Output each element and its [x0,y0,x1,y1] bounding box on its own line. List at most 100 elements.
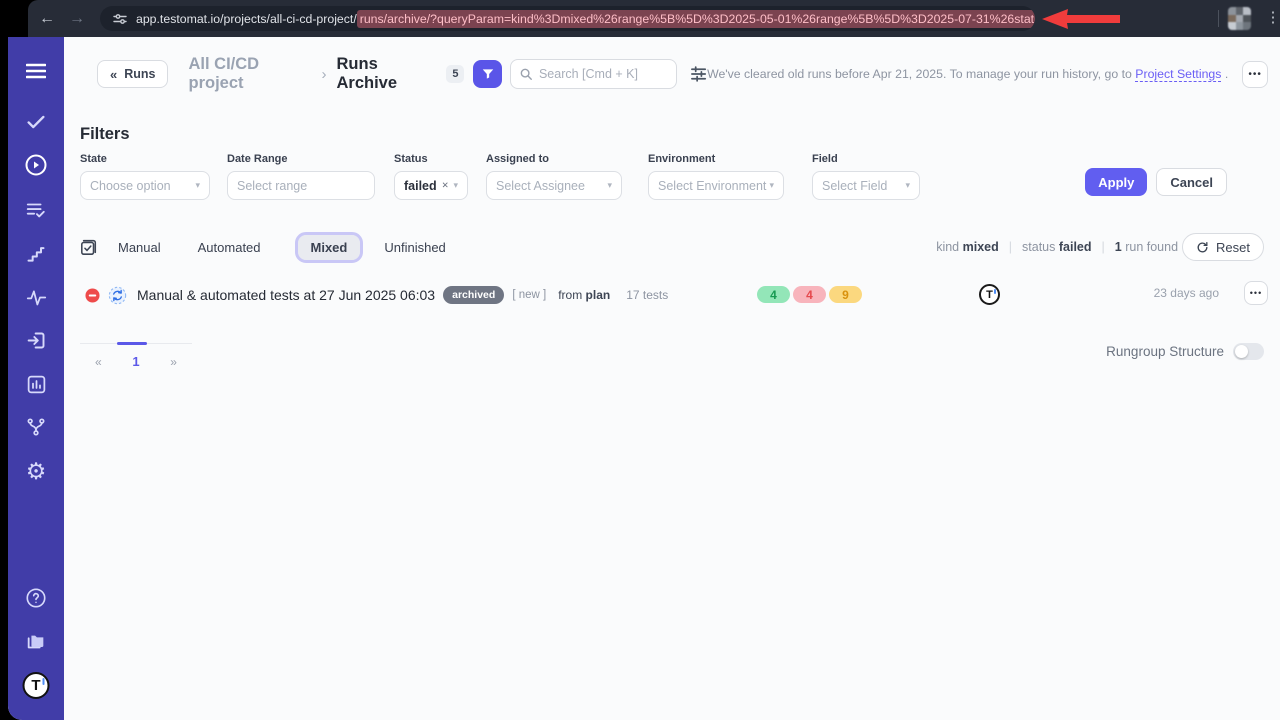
next-page-button[interactable]: » [170,355,177,369]
search-icon [519,67,533,81]
from-plan-label[interactable]: from plan [558,288,610,302]
filter-button[interactable] [473,60,502,88]
rungroup-structure-toggle[interactable] [1233,343,1264,360]
filter-summary: kind mixed | status failed | 1 run found [936,240,1178,254]
sidebar: ⚙ T [8,37,64,720]
pagination: « 1 » [80,343,192,369]
filter-label: Field [812,153,920,165]
testomat-logo[interactable]: T [23,672,50,699]
sidebar-runs-icon[interactable] [22,151,50,179]
apply-button[interactable]: Apply [1085,168,1147,196]
hamburger-menu-icon[interactable] [22,57,50,85]
date-range-input[interactable]: Select range [227,171,375,200]
back-to-runs-button[interactable]: « Runs [97,60,168,88]
toolbar: « Runs All CI/CD project › Runs Archive … [80,59,1268,89]
sidebar-help-icon[interactable] [22,584,50,612]
chevron-right-icon: › [322,66,327,83]
breadcrumb-project[interactable]: All CI/CD project [188,55,311,93]
toggle-knob [1235,345,1248,358]
field-select[interactable]: Select Field▾ [812,171,920,200]
sidebar-reports-icon[interactable] [22,370,50,398]
chevron-down-icon: ▾ [607,180,612,191]
run-row[interactable]: Manual & automated tests at 27 Jun 2025 … [80,280,1268,310]
rungroup-structure-label: Rungroup Structure [1106,344,1224,359]
select-all-icon[interactable] [80,238,98,256]
remove-status-icon[interactable]: ✕ [442,180,449,191]
filter-label: Status [394,153,468,165]
page-1-button[interactable]: 1 [132,354,139,369]
chrome-separator [1218,10,1219,27]
assignee-select[interactable]: Select Assignee▾ [486,171,622,200]
status-select[interactable]: failed ✕ ▾ [394,171,468,200]
filter-label: Environment [648,153,784,165]
chevron-down-icon: ▾ [905,180,910,191]
header-more-button[interactable]: ••• [1242,61,1268,88]
sidebar-milestones-icon[interactable] [22,240,50,268]
run-meta: 23 days ago ••• [1154,281,1268,305]
sidebar-settings-icon[interactable]: ⚙ [22,457,50,485]
chevron-down-icon: ▾ [453,180,458,191]
main-content: « Runs All CI/CD project › Runs Archive … [64,37,1280,720]
browser-profile-avatar[interactable] [1228,7,1251,30]
state-select[interactable]: Choose option▾ [80,171,210,200]
filter-actions: Apply Cancel [1085,168,1227,196]
browser-forward-icon[interactable]: → [66,8,88,30]
passed-count-pill: 4 [757,286,790,303]
browser-menu-icon[interactable]: ⋮ [1264,8,1280,26]
skipped-count-pill: 9 [829,286,862,303]
chevron-down-icon: ▾ [195,180,200,191]
site-info-icon[interactable] [112,11,128,27]
active-page-indicator [117,342,147,345]
filter-field-environment: Environment Select Environment▾ [648,153,784,200]
mixed-run-icon [108,286,127,305]
sidebar-analytics-icon[interactable] [22,283,50,311]
filters-title: Filters [80,125,130,144]
result-pills: 4 4 9 [757,286,862,303]
tab-unfinished[interactable]: Unfinished [384,240,445,255]
run-main-info: Manual & automated tests at 27 Jun 2025 … [85,280,668,310]
cleared-runs-notice: We've cleared old runs before Apr 21, 20… [707,67,1228,81]
filter-field-assignee: Assigned to Select Assignee▾ [486,153,622,200]
tests-count: 17 tests [626,288,668,302]
run-more-button[interactable]: ••• [1244,281,1268,305]
failed-count-pill: 4 [793,286,826,303]
sidebar-branches-icon[interactable] [22,413,50,441]
sidebar-tests-icon[interactable] [22,108,50,136]
adjustments-icon[interactable] [690,65,707,83]
run-time-ago: 23 days ago [1154,286,1219,300]
browser-back-icon[interactable]: ← [36,8,58,30]
breadcrumb: All CI/CD project › Runs Archive [188,55,436,93]
runs-count-badge: 5 [446,65,464,83]
sidebar-projects-icon[interactable] [22,628,50,656]
tab-mixed[interactable]: Mixed [298,235,361,260]
filter-field-field: Field Select Field▾ [812,153,920,200]
address-bar[interactable]: app.testomat.io/projects/all-ci-cd-proje… [100,6,1035,31]
browser-chrome-bar: ← → ⟳ app.testomat.io/projects/all-ci-cd… [28,0,1280,37]
failed-status-icon [85,288,100,303]
url-highlighted-text: runs/archive/?queryParam=kind%3Dmixed%26… [357,10,1035,28]
filter-label: State [80,153,210,165]
prev-page-button[interactable]: « [95,355,102,369]
funnel-icon [481,67,495,81]
run-title[interactable]: Manual & automated tests at 27 Jun 2025 … [137,287,435,303]
tab-manual[interactable]: Manual [118,240,161,255]
tab-automated[interactable]: Automated [198,240,261,255]
double-chevron-left-icon: « [110,67,117,82]
rungroup-structure: Rungroup Structure [1106,343,1264,360]
sidebar-plans-icon[interactable] [22,196,50,224]
reset-button[interactable]: Reset [1182,233,1264,261]
sidebar-import-icon[interactable] [22,326,50,354]
cancel-button[interactable]: Cancel [1156,168,1227,196]
annotation-arrow-icon [1040,7,1122,31]
filter-label: Date Range [227,153,375,165]
filter-label: Assigned to [486,153,622,165]
environment-select[interactable]: Select Environment▾ [648,171,784,200]
archived-badge: archived [443,286,504,304]
project-settings-link[interactable]: Project Settings [1135,67,1221,81]
search-input[interactable] [510,59,677,89]
tabs-row: Manual Automated Mixed Unfinished kind m… [80,232,1264,262]
new-badge: [ new ] [512,289,546,301]
page-title: Runs Archive [337,55,437,93]
filter-field-state: State Choose option▾ [80,153,210,200]
filter-field-date-range: Date Range Select range [227,153,375,200]
